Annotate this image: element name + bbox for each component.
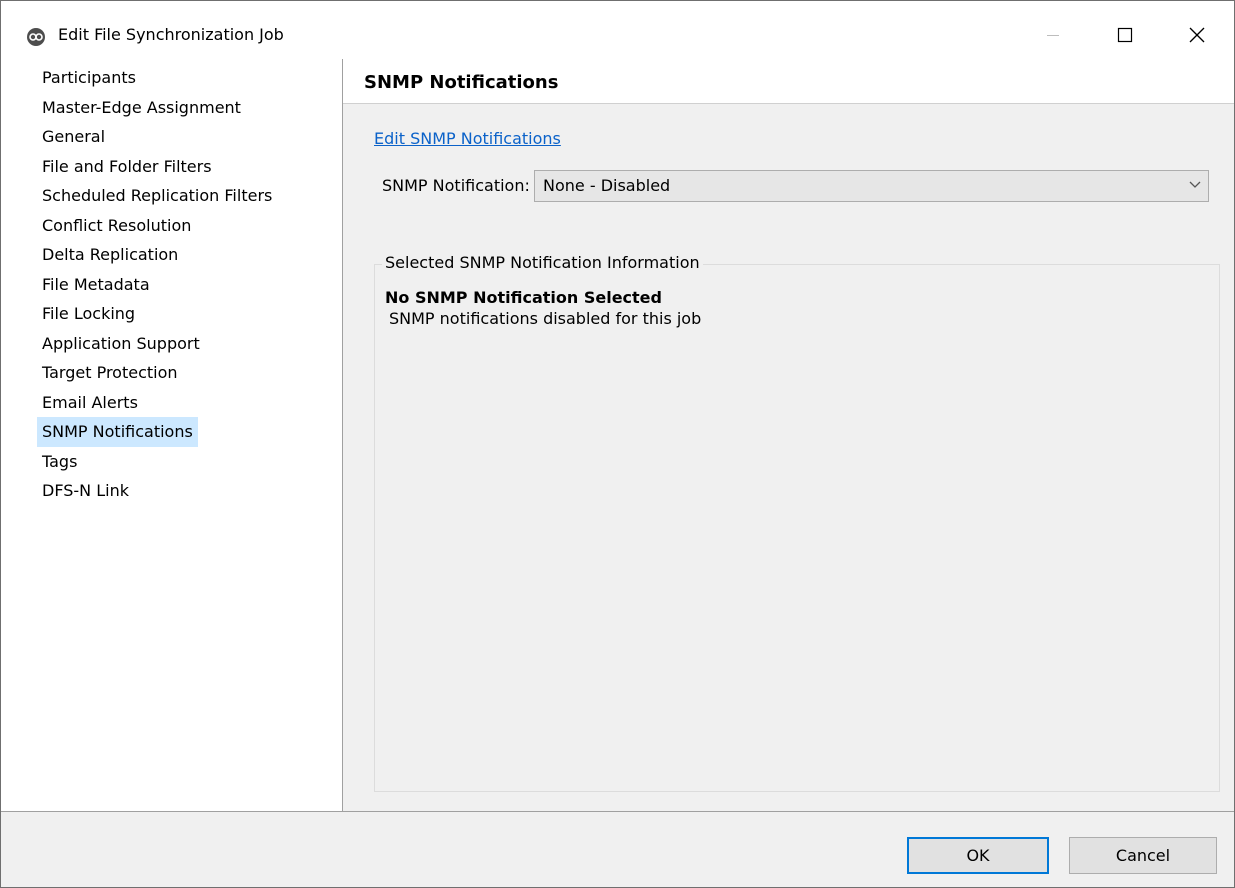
sidebar: Participants Master-Edge Assignment Gene… [1, 59, 343, 811]
sidebar-item-application-support[interactable]: Application Support [37, 329, 277, 359]
snmp-notification-select-value: None - Disabled [543, 176, 671, 195]
panel-header: SNMP Notifications [343, 59, 1234, 104]
sidebar-item-email-alerts[interactable]: Email Alerts [37, 388, 277, 418]
page-title: SNMP Notifications [364, 72, 559, 93]
maximize-icon [1117, 27, 1133, 43]
sidebar-item-dfs-n-link[interactable]: DFS-N Link [37, 476, 277, 506]
footer-divider [1, 811, 1234, 812]
sidebar-nav: Participants Master-Edge Assignment Gene… [37, 63, 277, 506]
app-logo-icon [27, 28, 45, 46]
cancel-button[interactable]: Cancel [1069, 837, 1217, 874]
edit-snmp-notifications-link[interactable]: Edit SNMP Notifications [374, 129, 561, 148]
minimize-icon [1047, 35, 1059, 36]
window-title: Edit File Synchronization Job [58, 25, 284, 44]
sidebar-item-scheduled-replication-filters[interactable]: Scheduled Replication Filters [37, 181, 277, 211]
sidebar-item-tags[interactable]: Tags [37, 447, 277, 477]
sidebar-item-target-protection[interactable]: Target Protection [37, 358, 277, 388]
sidebar-item-master-edge-assignment[interactable]: Master-Edge Assignment [37, 93, 277, 123]
chevron-down-icon [1189, 181, 1201, 188]
close-icon [1189, 27, 1205, 43]
sidebar-item-conflict-resolution[interactable]: Conflict Resolution [37, 211, 277, 241]
sidebar-item-snmp-notifications[interactable]: SNMP Notifications [37, 417, 198, 447]
ok-button[interactable]: OK [907, 837, 1049, 874]
sidebar-item-file-and-folder-filters[interactable]: File and Folder Filters [37, 152, 277, 182]
dialog-window: Edit File Synchronization Job Participan… [0, 0, 1235, 888]
snmp-notification-label: SNMP Notification: [382, 176, 530, 195]
main-panel: SNMP Notifications Edit SNMP Notificatio… [343, 59, 1234, 811]
info-description: SNMP notifications disabled for this job [389, 309, 702, 328]
selected-notification-groupbox [374, 264, 1220, 792]
sidebar-item-delta-replication[interactable]: Delta Replication [37, 240, 277, 270]
info-title: No SNMP Notification Selected [385, 288, 662, 307]
sidebar-item-general[interactable]: General [37, 122, 277, 152]
sidebar-item-file-metadata[interactable]: File Metadata [37, 270, 277, 300]
sidebar-item-participants[interactable]: Participants [37, 63, 277, 93]
snmp-notification-select[interactable]: None - Disabled [534, 170, 1209, 202]
sidebar-item-file-locking[interactable]: File Locking [37, 299, 277, 329]
groupbox-title: Selected SNMP Notification Information [382, 253, 703, 272]
